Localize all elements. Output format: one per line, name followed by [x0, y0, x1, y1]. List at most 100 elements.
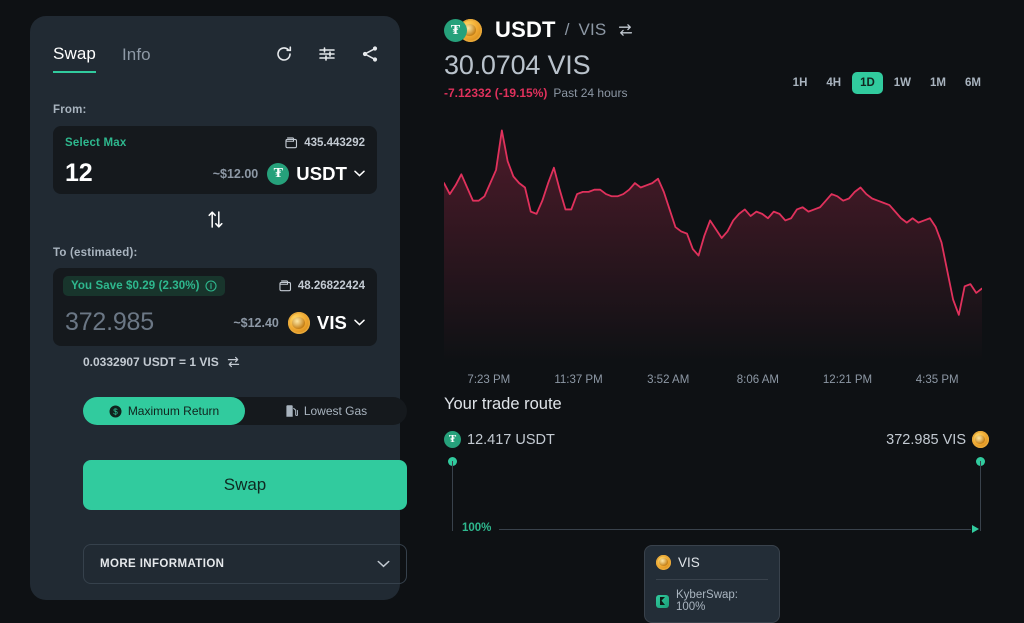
route-hop-card[interactable]: VIS KyberSwap: 100%: [644, 545, 780, 623]
to-amount-output: 372.985: [65, 308, 154, 336]
from-token-symbol: USDT: [296, 162, 347, 184]
chart-x-axis: 7:23 PM 11:37 PM 3:52 AM 8:06 AM 12:21 P…: [444, 374, 982, 386]
from-balance: 435.443292: [285, 137, 365, 149]
pair-icons: ₮: [444, 18, 486, 42]
x-tick: 4:35 PM: [915, 374, 959, 386]
trade-route-endpoints: ₮ 12.417 USDT 372.985 VIS: [444, 431, 989, 453]
from-input-box: Select Max 435.443292 12 ~$12.00 ₮ USDT: [53, 126, 377, 194]
x-tick: 8:06 AM: [736, 374, 779, 386]
rate-swap-icon[interactable]: [227, 356, 240, 368]
to-usd-value: ~$12.40: [233, 315, 279, 330]
refresh-icon[interactable]: [274, 44, 294, 64]
vis-coin-icon: [972, 431, 989, 448]
route-connector-line: [499, 529, 971, 530]
select-max-button[interactable]: Select Max: [65, 137, 126, 149]
range-6m[interactable]: 6M: [957, 72, 989, 94]
from-amount-input[interactable]: 12: [65, 159, 93, 188]
usdt-coin-icon: ₮: [444, 19, 467, 42]
range-1w[interactable]: 1W: [886, 72, 919, 94]
panel-header-icons: [274, 44, 380, 64]
price-change-period: Past 24 hours: [553, 86, 628, 100]
trade-route-title: Your trade route: [444, 395, 562, 413]
from-balance-value: 435.443292: [304, 137, 365, 149]
from-usd-value: ~$12.00: [212, 166, 259, 181]
chevron-down-icon: [354, 319, 365, 326]
info-icon[interactable]: [205, 280, 217, 292]
price-line-chart[interactable]: [444, 126, 982, 361]
hop-token-name: VIS: [678, 555, 700, 570]
share-icon[interactable]: [360, 44, 380, 64]
more-information-accordion[interactable]: MORE INFORMATION: [83, 544, 407, 584]
usdt-coin-icon: ₮: [267, 162, 290, 185]
price-chart-panel: ₮ USDT / VIS 30.0704 VIS -7.12332 (-19.1…: [444, 16, 989, 386]
from-label: From:: [53, 104, 87, 116]
to-token-symbol: VIS: [316, 311, 347, 333]
time-range-selector: 1H 4H 1D 1W 1M 6M: [785, 72, 989, 94]
range-4h[interactable]: 4H: [818, 72, 849, 94]
pair-base-symbol: USDT: [495, 17, 556, 42]
exchange-rate-row: 0.0332907 USDT = 1 VIS: [83, 355, 240, 369]
lowest-gas-label: Lowest Gas: [303, 404, 368, 418]
from-amount-row: 12 ~$12.00 ₮ USDT: [65, 159, 365, 188]
kyberswap-icon: [656, 594, 669, 608]
hop-source-label: KyberSwap: 100%: [676, 589, 739, 613]
trade-route-output-amount: 372.985 VIS: [886, 431, 966, 448]
maximum-return-label: Maximum Return: [127, 404, 220, 418]
lowest-gas-toggle[interactable]: Lowest Gas: [245, 397, 407, 425]
from-token-selector[interactable]: ₮ USDT: [267, 162, 365, 185]
to-token-selector[interactable]: VIS: [287, 311, 365, 334]
to-balance: 48.26822424: [279, 280, 365, 292]
x-tick: 3:52 AM: [647, 374, 690, 386]
settings-sliders-icon[interactable]: [317, 44, 337, 64]
trade-route-input-amount: 12.417 USDT: [467, 431, 555, 448]
pair-separator: /: [564, 20, 570, 39]
hop-token-row: VIS: [656, 555, 768, 580]
svg-text:$: $: [113, 407, 118, 416]
route-mode-toggle: $ Maximum Return Lowest Gas: [83, 397, 407, 425]
x-tick: 12:21 PM: [822, 374, 873, 386]
to-output-box: You Save $0.29 (2.30%) 48.26822424 372.9…: [53, 268, 377, 346]
vis-coin-icon: [656, 555, 671, 570]
pair-swap-icon[interactable]: [618, 23, 633, 37]
route-percentage: 100%: [462, 522, 492, 534]
trade-route-graph: 100% VIS KyberSwap: 100%: [444, 457, 989, 623]
exchange-rate-text: 0.0332907 USDT = 1 VIS: [83, 355, 219, 369]
from-sub-row: Select Max 435.443292: [65, 137, 365, 149]
you-save-badge: You Save $0.29 (2.30%): [63, 276, 225, 296]
usdt-coin-icon: ₮: [444, 431, 461, 448]
chevron-down-icon: [377, 560, 390, 568]
hop-source-row: KyberSwap: 100%: [656, 580, 768, 613]
price-change-value: -7.12332 (-19.15%): [444, 86, 548, 100]
tab-swap[interactable]: Swap: [53, 44, 96, 73]
panel-tabs: Swap Info: [53, 44, 151, 73]
to-balance-value: 48.26822424: [297, 280, 365, 292]
trade-route-panel: Your trade route ₮ 12.417 USDT 372.985 V…: [444, 395, 989, 623]
swap-panel: Swap Info From: Select Max 435.443292 12…: [30, 16, 407, 600]
tab-info[interactable]: Info: [122, 45, 151, 72]
dollar-coin-icon: $: [109, 405, 122, 417]
vis-coin-icon: [287, 311, 310, 334]
maximum-return-toggle[interactable]: $ Maximum Return: [83, 397, 245, 425]
route-arrow-icon: [972, 525, 979, 533]
pair-quote-symbol: VIS: [578, 20, 607, 39]
swap-direction-icon[interactable]: [30, 210, 400, 229]
to-label: To (estimated):: [53, 247, 138, 259]
range-1d[interactable]: 1D: [852, 72, 883, 94]
wallet-icon: [285, 137, 298, 149]
range-1h[interactable]: 1H: [785, 72, 816, 94]
swap-button[interactable]: Swap: [83, 460, 407, 510]
chevron-down-icon: [354, 170, 365, 177]
pair-header: ₮ USDT / VIS: [444, 16, 989, 44]
trade-route-output: 372.985 VIS: [886, 431, 989, 448]
more-information-label: MORE INFORMATION: [100, 558, 225, 570]
to-right: ~$12.40 VIS: [233, 311, 365, 334]
x-tick: 11:37 PM: [554, 374, 603, 386]
x-tick: 7:23 PM: [467, 374, 511, 386]
route-end-stem: [980, 461, 981, 531]
from-right: ~$12.00 ₮ USDT: [212, 162, 365, 185]
chart-area-fill: [444, 130, 982, 361]
wallet-icon: [279, 280, 291, 292]
trade-route-input: ₮ 12.417 USDT: [444, 431, 555, 448]
range-1m[interactable]: 1M: [922, 72, 954, 94]
to-amount-row: 372.985 ~$12.40 VIS: [65, 308, 365, 337]
